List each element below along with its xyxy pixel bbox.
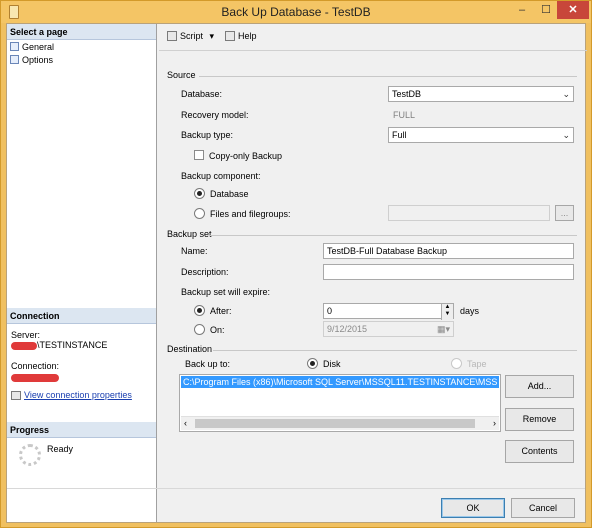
destination-path-item[interactable]: C:\Program Files (x86)\Microsoft SQL Ser… [181,376,499,388]
connection-icon [11,391,21,400]
progress-header: Progress [7,422,156,438]
contents-button[interactable]: Contents [505,440,574,463]
toolbar-divider [159,50,587,51]
source-divider [199,76,577,77]
progress-spinner-icon [19,444,41,466]
script-label: Script [180,31,204,41]
after-radio[interactable] [194,305,205,316]
scroll-right-icon[interactable]: › [493,418,496,428]
scroll-left-icon[interactable]: ‹ [184,418,187,428]
browse-files-button: ... [555,205,574,221]
page-options-label: Options [22,55,54,65]
server-value: \TESTINSTANCE [11,340,107,350]
server-label: Server: [11,330,41,340]
after-label: After: [210,306,232,316]
add-button[interactable]: Add... [505,375,574,398]
select-page-header: Select a page [7,24,156,40]
after-days-input[interactable]: 0 ▲ ▼ [323,303,454,320]
page-icon [10,42,19,51]
connection-label: Connection: [11,361,60,371]
help-icon [225,31,235,41]
days-spinner[interactable]: ▲ ▼ [441,304,453,320]
connection-value [11,372,59,382]
copy-only-label: Copy-only Backup [209,151,283,161]
backup-component-label: Backup component: [181,171,261,181]
scroll-thumb[interactable] [195,419,475,428]
destination-divider [213,350,577,351]
connection-header: Connection [7,308,156,324]
disk-radio[interactable] [307,358,318,369]
disk-label: Disk [323,359,341,369]
script-button[interactable]: Script ▾ [167,31,214,42]
expire-date-value: 9/12/2015 [327,324,368,334]
description-input[interactable] [323,264,574,280]
destination-list[interactable]: C:\Program Files (x86)\Microsoft SQL Ser… [179,374,501,432]
description-label: Description: [181,267,229,277]
help-label: Help [238,31,257,41]
page-general-label: General [22,42,55,52]
view-connection-text: View connection properties [24,390,132,400]
recovery-model-value: FULL [393,110,416,120]
backup-to-label: Back up to: [185,359,231,369]
backup-type-select[interactable]: Full ⌄ [388,127,574,143]
server-name-text: \TESTINSTANCE [37,340,108,350]
copy-only-checkbox[interactable] [194,150,204,160]
toolbar: Script ▾ Help [159,24,587,50]
after-days-value: 0 [327,306,333,316]
title-bar[interactable]: Back Up Database - TestDB – ☐ ✕ [1,1,591,23]
chevron-down-icon: ⌄ [562,130,570,140]
source-group-title: Source [167,70,196,80]
files-filegroups-label: Files and filegroups: [210,209,291,219]
backup-name-input[interactable]: TestDB-Full Database Backup [323,243,574,259]
backup-set-group-title: Backup set [167,229,212,239]
redacted-mark [11,341,37,350]
minimize-button[interactable]: – [509,1,535,19]
database-radio[interactable] [194,188,205,199]
horizontal-scrollbar[interactable]: ‹ › [181,416,499,430]
footer-divider [7,488,585,489]
destination-group-title: Destination [167,344,213,354]
recovery-model-label: Recovery model: [181,110,249,120]
cancel-button[interactable]: Cancel [511,498,575,518]
left-pane: Select a page General Options Connection… [7,24,157,522]
script-icon [167,31,177,41]
window-title: Back Up Database - TestDB [221,5,371,19]
page-general[interactable]: General [10,41,54,53]
chevron-down-icon: ⌄ [562,89,570,99]
chevron-down-icon[interactable]: ▾ [210,31,215,41]
name-label: Name: [181,246,208,256]
on-date-radio[interactable] [194,324,205,335]
backup-type-label: Backup type: [181,130,234,140]
help-button[interactable]: Help [225,31,257,41]
page-icon [10,55,19,64]
backup-type-value: Full [392,130,407,140]
expire-date-picker: 9/12/2015 ▦▾ [323,321,454,337]
days-label: days [460,306,480,316]
files-filegroups-radio[interactable] [194,208,205,219]
progress-status: Ready [47,444,74,454]
database-value: TestDB [392,89,422,99]
close-button[interactable]: ✕ [557,1,589,19]
maximize-button[interactable]: ☐ [535,1,557,19]
tape-radio [451,358,462,369]
backup-dialog-window: Back Up Database - TestDB – ☐ ✕ Select a… [0,0,592,528]
page-options[interactable]: Options [10,54,53,66]
expire-label: Backup set will expire: [181,287,271,297]
tape-label: Tape [467,359,487,369]
dialog-client: Select a page General Options Connection… [6,23,587,523]
redacted-mark [11,373,59,382]
on-label: On: [210,325,225,335]
ok-button[interactable]: OK [441,498,505,518]
database-radio-label: Database [210,189,249,199]
backup-set-divider [209,235,577,236]
files-filegroups-field [388,205,550,221]
calendar-icon: ▦▾ [436,324,450,334]
view-connection-link[interactable]: View connection properties [11,390,132,400]
database-label: Database: [181,89,223,99]
database-select[interactable]: TestDB ⌄ [388,86,574,102]
remove-button[interactable]: Remove [505,408,574,431]
